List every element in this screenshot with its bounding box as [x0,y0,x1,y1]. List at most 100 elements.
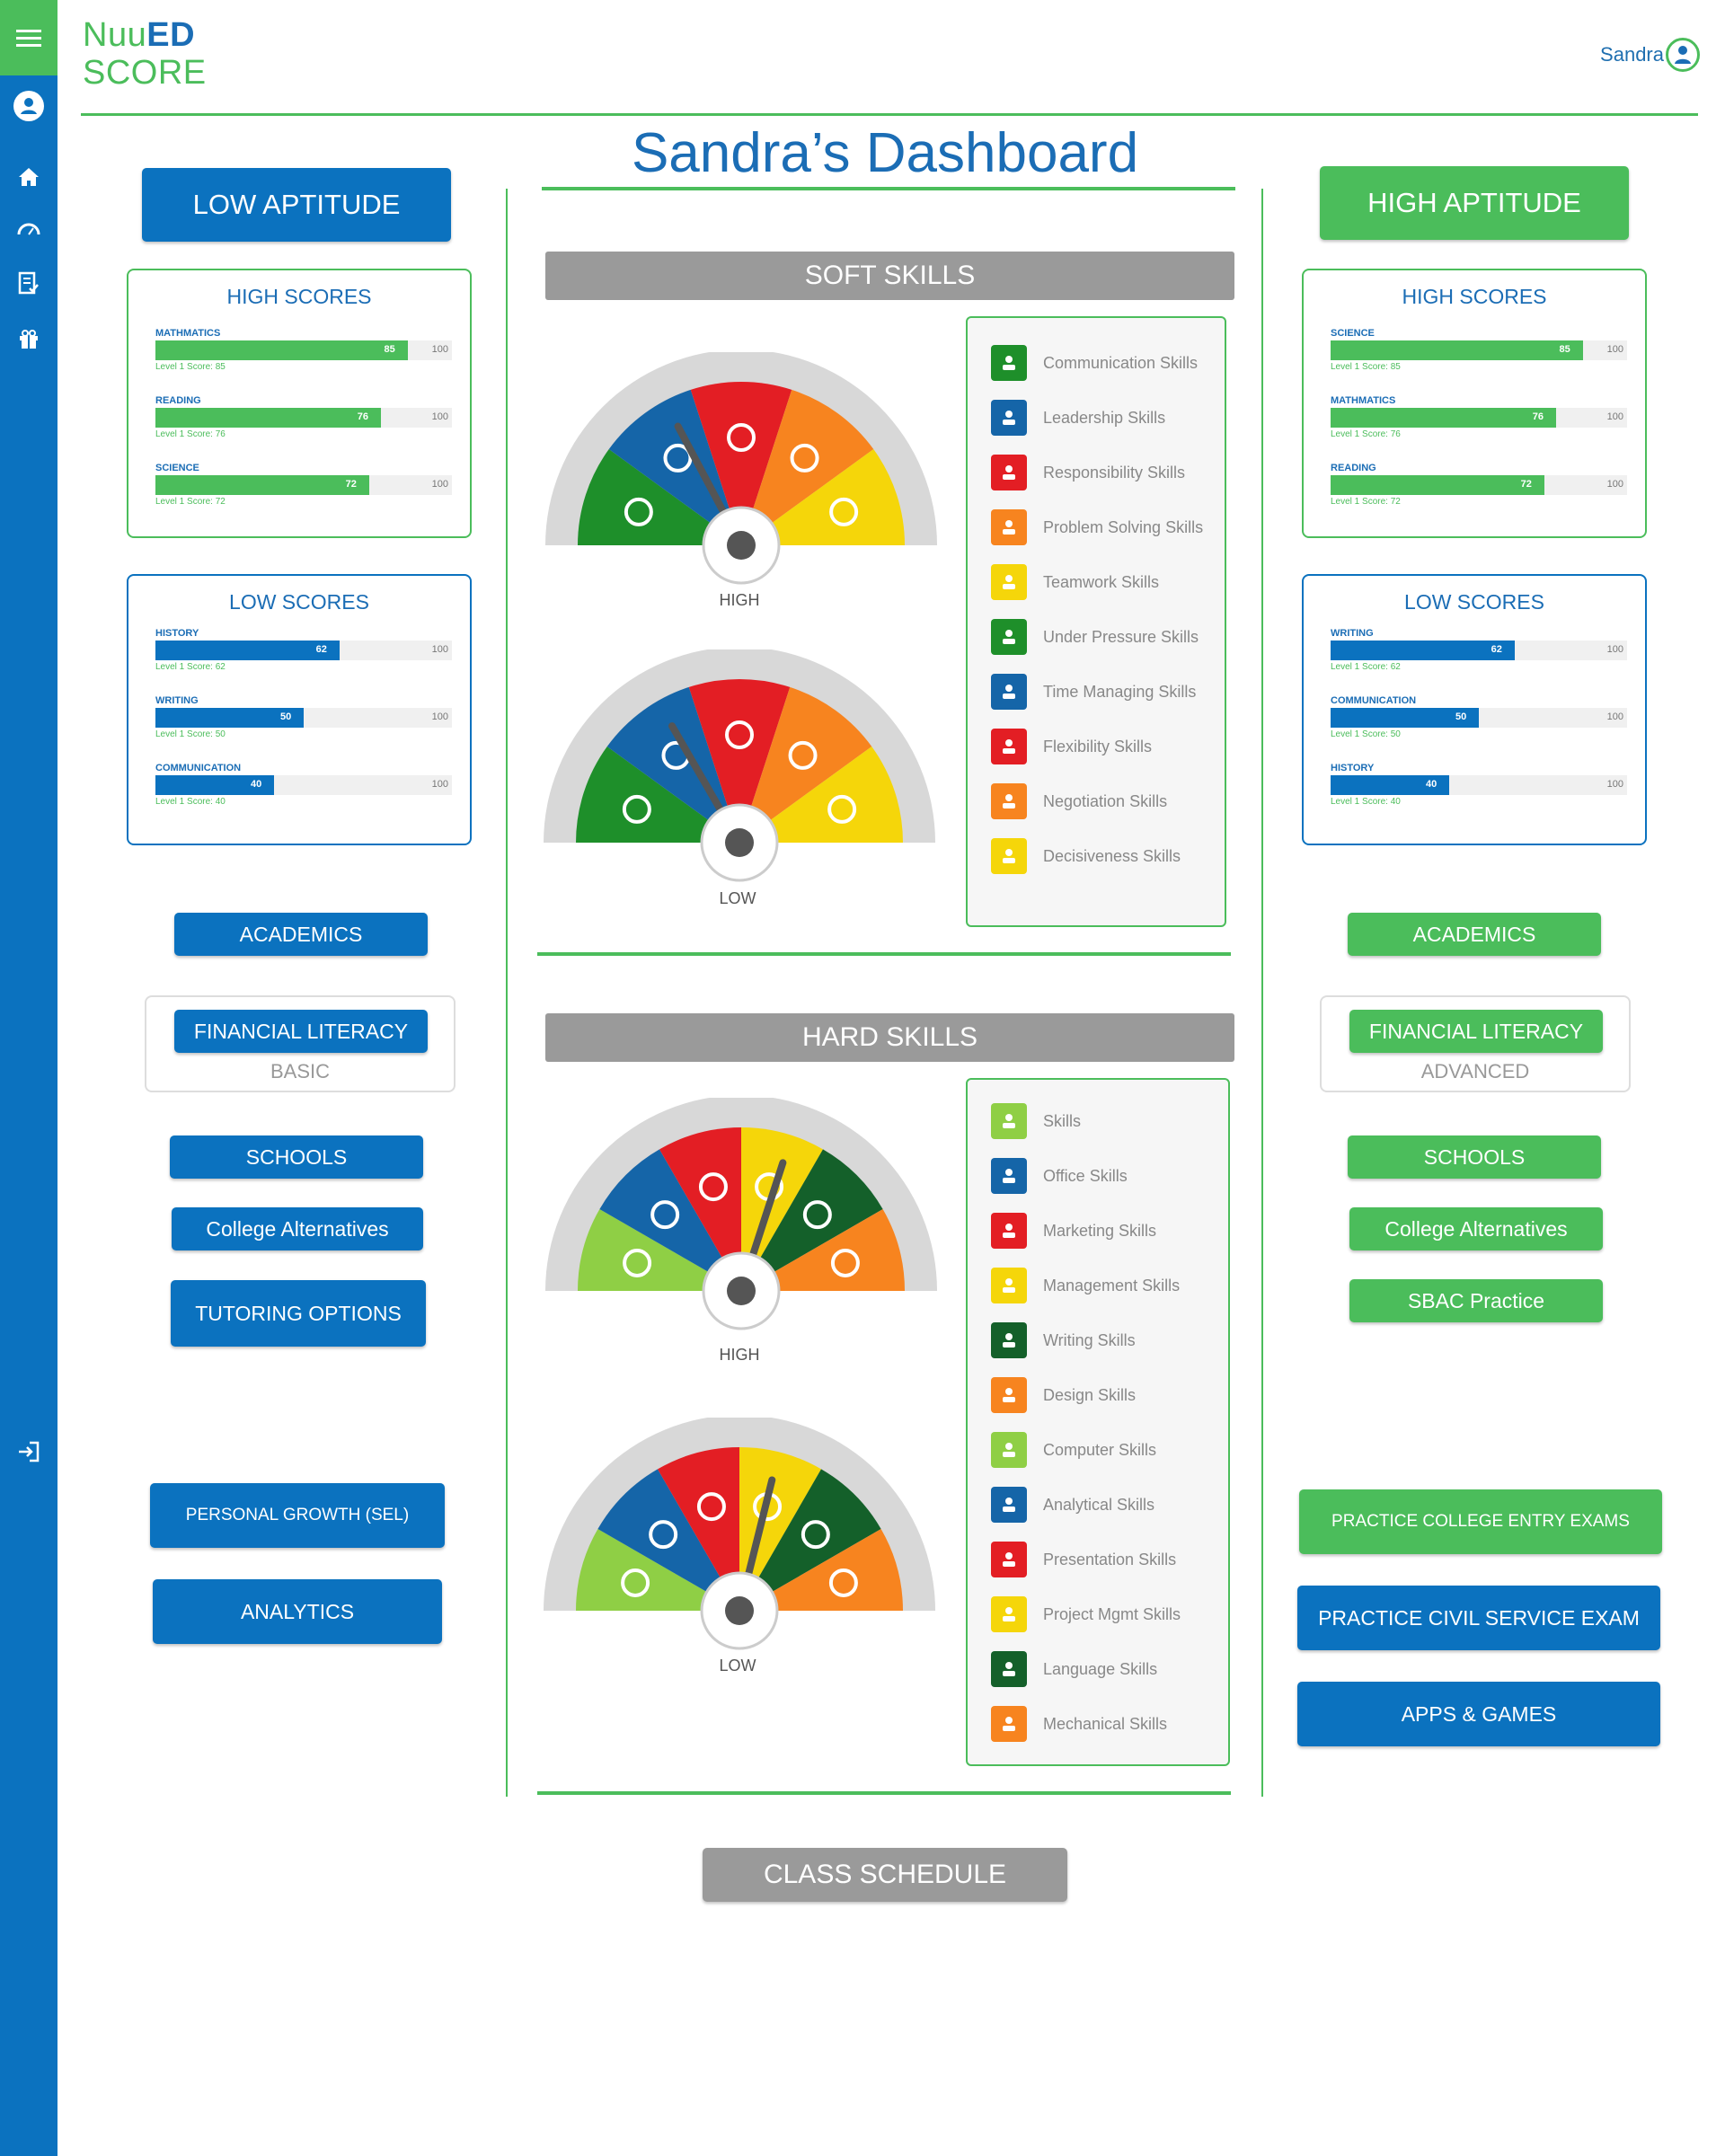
score-subtext: Level 1 Score: 50 [1331,729,1401,739]
clock-target-icon [991,783,1027,819]
gift-icon[interactable] [0,329,58,350]
left-financial-literacy-button[interactable]: FINANCIAL LITERACY [174,1010,428,1053]
legend-label: Management Skills [1043,1276,1181,1294]
tutoring-options-button[interactable]: TUTORING OPTIONS [171,1280,426,1347]
soft-low-label: LOW [719,889,756,907]
megaphone-icon [991,1213,1027,1249]
folder-icon [991,1158,1027,1194]
left-high-scores-title: HIGH SCORES [226,285,372,308]
menu-button[interactable] [0,0,58,75]
score-bar: 62 100 [155,641,452,660]
legend-label: Decisiveness Skills [1043,846,1181,865]
legend-item[interactable]: Decisiveness Skills [991,838,1181,874]
score-subtext: Level 1 Score: 85 [1331,362,1401,372]
right-financial-literacy-button[interactable]: FINANCIAL LITERACY [1349,1010,1603,1053]
language-book-icon [991,1651,1027,1687]
score-bar: 76 100 [1331,408,1627,428]
score-bar: 85 100 [1331,340,1627,360]
legend-label: Time Managing Skills [1043,682,1197,701]
score-row: WRITING 62 100 Level 1 Score: 62 [1331,628,1627,672]
gauge-icon[interactable] [0,221,58,235]
score-subject: HISTORY [1331,763,1375,773]
user-icon[interactable] [0,90,58,122]
score-row: COMMUNICATION 50 100 Level 1 Score: 50 [1331,695,1627,739]
legend-item[interactable]: Negotiation Skills [991,783,1167,819]
score-bar: 62 100 [1331,641,1627,660]
score-bar-fill [155,340,408,360]
home-icon[interactable] [0,167,58,187]
score-bar: 76 100 [155,408,452,428]
legend-item[interactable]: Flexibility Skills [991,729,1152,764]
logout-icon[interactable] [0,1441,58,1462]
sbac-practice-button[interactable]: SBAC Practice [1349,1279,1603,1322]
personal-growth-button[interactable]: PERSONAL GROWTH (SEL) [150,1483,445,1548]
legend-item[interactable]: Mechanical Skills [991,1706,1167,1742]
high-aptitude-button[interactable]: HIGH APTITUDE [1320,166,1629,240]
apps-games-button[interactable]: APPS & GAMES [1297,1682,1660,1746]
score-value: 62 [1491,644,1502,655]
score-row: HISTORY 40 100 Level 1 Score: 40 [1331,763,1627,807]
hard-skills-legend: Skills Office Skills Marketing Skills Manag… [966,1078,1230,1766]
score-row: SCIENCE 85 100 Level 1 Score: 85 [1331,328,1627,372]
legend-item[interactable]: Skills [991,1103,1081,1139]
right-college-alternatives-button[interactable]: College Alternatives [1349,1207,1603,1250]
legend-label: Leadership Skills [1043,408,1166,427]
legend-label: Communication Skills [1043,353,1199,372]
left-schools-button[interactable]: SCHOOLS [170,1135,423,1179]
legend-label: Skills [1043,1111,1082,1130]
gear-icon [991,1706,1027,1742]
handshake-clock-icon [991,674,1027,710]
score-subtext: Level 1 Score: 72 [1331,497,1401,507]
logo-line1: NuuED [83,16,196,54]
presentation-chart-icon [991,1542,1027,1577]
civil-service-exam-button[interactable]: PRACTICE CIVIL SERVICE EXAM [1297,1586,1660,1650]
legend-item[interactable]: Leadership Skills [991,400,1165,436]
legend-item[interactable]: Marketing Skills [991,1213,1156,1249]
legend-item[interactable]: Responsibility Skills [991,455,1185,490]
score-max: 100 [431,711,448,722]
user-name[interactable]: Sandra [1600,43,1664,66]
title-underline [542,187,1235,190]
legend-item[interactable]: Analytical Skills [991,1487,1154,1523]
legend-label: Writing Skills [1043,1330,1136,1349]
score-bar: 50 100 [1331,708,1627,728]
right-academics-button[interactable]: ACADEMICS [1348,913,1601,956]
legend-item[interactable]: Writing Skills [991,1322,1136,1358]
analytics-button[interactable]: ANALYTICS [153,1579,442,1644]
legend-item[interactable]: Management Skills [991,1268,1180,1303]
score-subject: HISTORY [155,628,199,639]
legend-item[interactable]: Computer Skills [991,1432,1156,1468]
low-aptitude-button[interactable]: LOW APTITUDE [142,168,451,242]
left-academics-button[interactable]: ACADEMICS [174,913,428,956]
legend-item[interactable]: Problem Solving Skills [991,509,1203,545]
score-row: HISTORY 62 100 Level 1 Score: 62 [155,628,452,672]
legend-item[interactable]: Presentation Skills [991,1542,1176,1577]
legend-item[interactable]: Under Pressure Skills [991,619,1199,655]
legend-item[interactable]: Time Managing Skills [991,674,1196,710]
score-bar: 72 100 [1331,475,1627,495]
legend-item[interactable]: Communication Skills [991,345,1198,381]
legend-item[interactable]: Project Mgmt Skills [991,1596,1181,1632]
score-value: 72 [345,479,357,490]
score-bar: 50 100 [155,708,452,728]
checklist-icon[interactable] [0,271,58,295]
score-max: 100 [431,344,448,355]
hands-heart-icon [991,455,1027,490]
score-subtext: Level 1 Score: 40 [1331,797,1401,807]
legend-item[interactable]: Language Skills [991,1651,1157,1687]
legend-label: Computer Skills [1043,1440,1157,1459]
puzzle-icon [991,509,1027,545]
class-schedule-button[interactable]: CLASS SCHEDULE [703,1848,1067,1902]
legend-item[interactable]: Teamwork Skills [991,564,1159,600]
legend-item[interactable]: Office Skills [991,1158,1128,1194]
avatar-icon[interactable] [1666,38,1700,72]
person-arrows-icon [991,729,1027,764]
soft-skills-legend: Communication Skills Leadership Skills Res… [966,316,1226,927]
college-entry-exams-button[interactable]: PRACTICE COLLEGE ENTRY EXAMS [1299,1489,1662,1554]
score-value: 76 [1532,411,1544,422]
right-schools-button[interactable]: SCHOOLS [1348,1135,1601,1179]
gauge-hub-dot [727,531,756,560]
left-college-alternatives-button[interactable]: College Alternatives [172,1207,423,1250]
legend-label: Language Skills [1043,1659,1158,1678]
legend-item[interactable]: Design Skills [991,1377,1136,1413]
